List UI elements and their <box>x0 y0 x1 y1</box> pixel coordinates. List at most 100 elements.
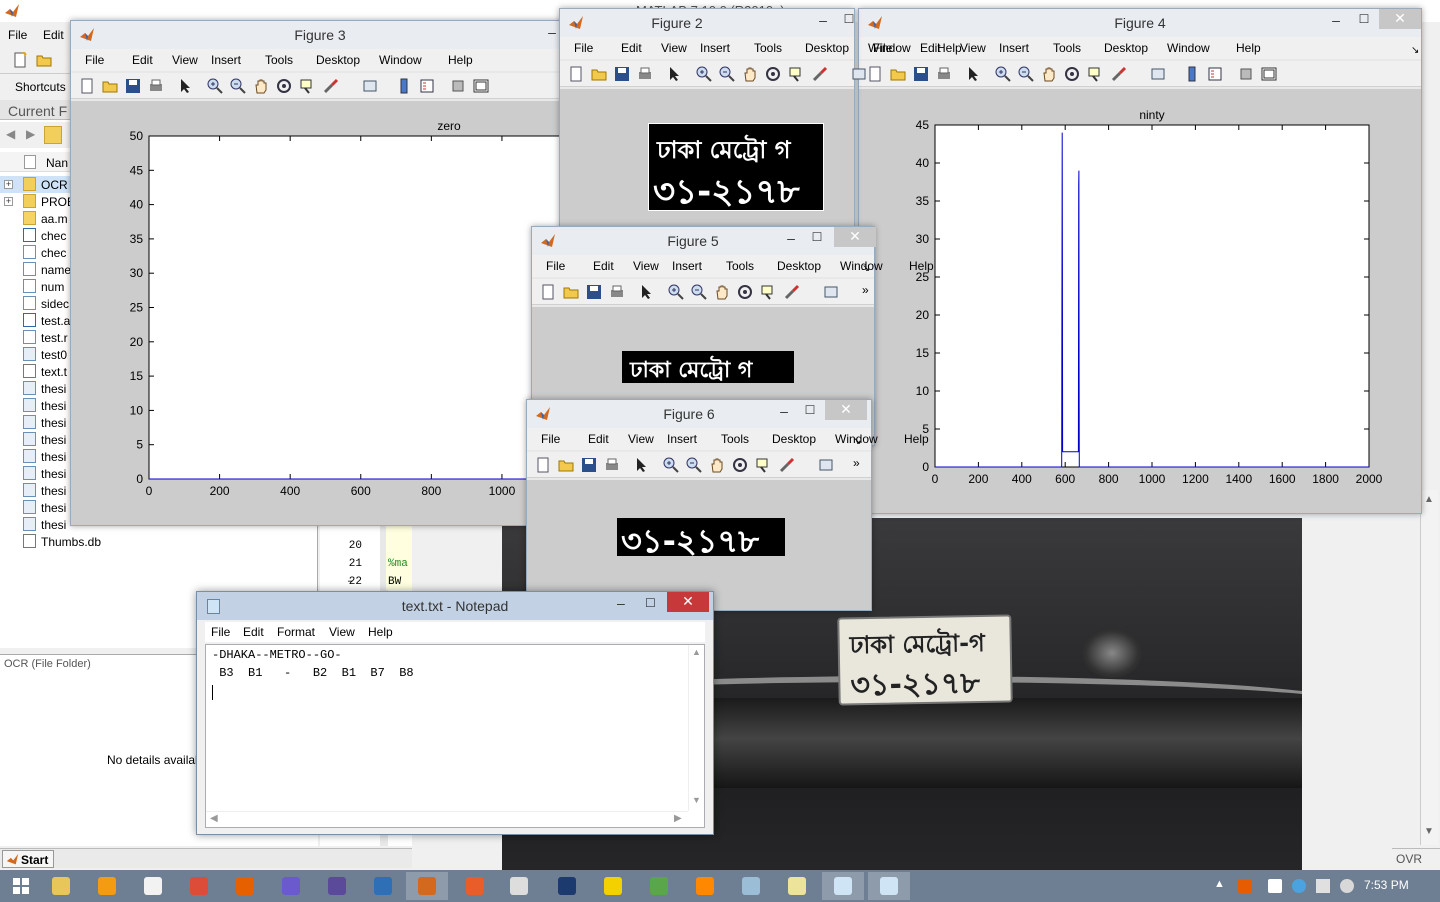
matlab-menu-file[interactable]: File <box>8 28 27 42</box>
zoom-out-icon[interactable] <box>719 66 735 82</box>
notepad-menu-help[interactable]: Help <box>368 625 393 639</box>
taskbar-button[interactable] <box>406 872 448 900</box>
windows-start-button[interactable] <box>0 872 42 900</box>
menu-view[interactable]: View <box>628 432 654 446</box>
file-list-item[interactable]: Thumbs.db <box>0 533 318 550</box>
menu-edit[interactable]: Edit <box>132 53 153 67</box>
taskbar-button[interactable] <box>362 872 404 900</box>
menu-help[interactable]: Help <box>904 432 929 446</box>
maximize-icon[interactable]: ☐ <box>645 596 656 610</box>
taskbar-button[interactable] <box>592 872 634 900</box>
pan-hand-icon[interactable] <box>714 284 730 300</box>
scroll-up-icon[interactable]: ▲ <box>1424 494 1434 505</box>
forward-arrow-icon[interactable]: ▶ <box>26 127 35 141</box>
data-cursor-icon[interactable] <box>299 78 315 94</box>
menu-view[interactable]: View <box>172 53 198 67</box>
pan-hand-icon[interactable] <box>709 457 725 473</box>
link-plot-icon[interactable] <box>851 66 867 82</box>
notepad-menu-edit[interactable]: Edit <box>243 625 264 639</box>
maximize-icon[interactable]: ☐ <box>806 230 828 244</box>
brush-icon[interactable] <box>779 457 795 473</box>
menu-desktop[interactable]: Desktop <box>1104 41 1148 55</box>
menu-view[interactable]: View <box>661 41 687 55</box>
right-scrollbar[interactable]: ▲ ▼ <box>1420 490 1438 845</box>
taskbar-button[interactable] <box>822 872 864 900</box>
menu-tools[interactable]: Tools <box>265 53 293 67</box>
data-cursor-icon[interactable] <box>760 284 776 300</box>
minimize-icon[interactable]: – <box>780 230 802 246</box>
close-icon[interactable]: ✕ <box>1379 9 1421 29</box>
menu-file[interactable]: File <box>574 41 593 55</box>
tray-expand-icon[interactable]: ▲ <box>1214 878 1225 890</box>
folder-up-icon[interactable] <box>44 126 62 144</box>
menu-edit[interactable]: Edit <box>621 41 642 55</box>
taskbar-button[interactable] <box>86 872 128 900</box>
taskbar-button[interactable] <box>638 872 680 900</box>
figure4-titlebar[interactable]: Figure 4 – ☐ ✕ <box>859 9 1421 37</box>
open-file-icon[interactable] <box>102 78 118 94</box>
menu-file[interactable]: File <box>85 53 104 67</box>
zoom-in-icon[interactable] <box>207 78 223 94</box>
print-icon[interactable] <box>604 457 620 473</box>
select-arrow-icon[interactable] <box>633 457 649 473</box>
zoom-in-icon[interactable] <box>995 66 1011 82</box>
menu-insert[interactable]: Insert <box>672 259 702 273</box>
open-file-icon[interactable] <box>558 457 574 473</box>
taskbar-button[interactable] <box>316 872 358 900</box>
select-arrow-icon[interactable] <box>666 66 682 82</box>
legend-icon[interactable] <box>1207 66 1223 82</box>
menu-window[interactable]: Window <box>868 41 911 55</box>
brush-icon[interactable] <box>812 66 828 82</box>
menu-insert[interactable]: Insert <box>211 53 241 67</box>
close-icon[interactable]: ✕ <box>834 227 876 247</box>
link-plot-icon[interactable] <box>362 78 378 94</box>
close-icon[interactable]: ✕ <box>667 592 709 612</box>
rotate-3d-icon[interactable] <box>765 66 781 82</box>
menu-window[interactable]: Window <box>379 53 422 67</box>
data-cursor-icon[interactable] <box>755 457 771 473</box>
menu-tools[interactable]: Tools <box>721 432 749 446</box>
minimize-icon[interactable]: – <box>1325 12 1347 28</box>
rotate-3d-icon[interactable] <box>1064 66 1080 82</box>
menu-tools[interactable]: Tools <box>726 259 754 273</box>
menu-insert[interactable]: Insert <box>999 41 1029 55</box>
hide-plot-tools-icon[interactable] <box>1238 66 1254 82</box>
pan-hand-icon[interactable] <box>1041 66 1057 82</box>
maximize-icon[interactable]: ☐ <box>838 12 860 26</box>
code-comment[interactable]: %ma <box>388 558 408 570</box>
maximize-icon[interactable]: ☐ <box>1353 12 1375 26</box>
menu-view[interactable]: View <box>633 259 659 273</box>
notepad-text-area[interactable]: -DHAKA--METRO--GO- B3 B1 - B2 B1 B7 B8 ▲… <box>205 644 705 828</box>
rotate-3d-icon[interactable] <box>276 78 292 94</box>
taskbar-button[interactable] <box>454 872 496 900</box>
taskbar-button[interactable] <box>730 872 772 900</box>
zoom-in-icon[interactable] <box>696 66 712 82</box>
toolbar-overflow-icon[interactable]: » <box>853 456 860 470</box>
menu-tools[interactable]: Tools <box>1053 41 1081 55</box>
minimize-icon[interactable]: – <box>773 403 795 419</box>
notepad-v-scrollbar[interactable]: ▲ ▼ <box>688 645 704 811</box>
menu-insert[interactable]: Insert <box>700 41 730 55</box>
expand-icon[interactable]: + <box>4 180 13 189</box>
toolbar-overflow-icon[interactable]: » <box>862 283 869 297</box>
link-plot-icon[interactable] <box>818 457 834 473</box>
network-icon[interactable] <box>1316 879 1330 893</box>
figure5-titlebar[interactable]: Figure 5 – ☐ ✕ <box>532 227 876 255</box>
print-icon[interactable] <box>609 284 625 300</box>
notepad-h-scrollbar[interactable]: ◀ ▶ <box>206 811 688 827</box>
speaker-icon[interactable] <box>1340 879 1354 893</box>
hide-plot-tools-icon[interactable] <box>450 78 466 94</box>
legend-icon[interactable] <box>419 78 435 94</box>
menu-view[interactable]: View <box>960 41 986 55</box>
menu-window[interactable]: Window <box>1167 41 1210 55</box>
print-icon[interactable] <box>936 66 952 82</box>
back-arrow-icon[interactable]: ◀ <box>6 127 15 141</box>
menu-desktop[interactable]: Desktop <box>805 41 849 55</box>
scroll-down-icon[interactable]: ▼ <box>692 795 701 805</box>
menu-overflow-icon[interactable]: ↘ <box>1411 45 1419 56</box>
open-folder-icon[interactable] <box>36 52 52 68</box>
open-file-icon[interactable] <box>591 66 607 82</box>
minimize-icon[interactable]: – <box>617 595 625 611</box>
new-figure-icon[interactable] <box>535 457 551 473</box>
taskbar-button[interactable] <box>498 872 540 900</box>
